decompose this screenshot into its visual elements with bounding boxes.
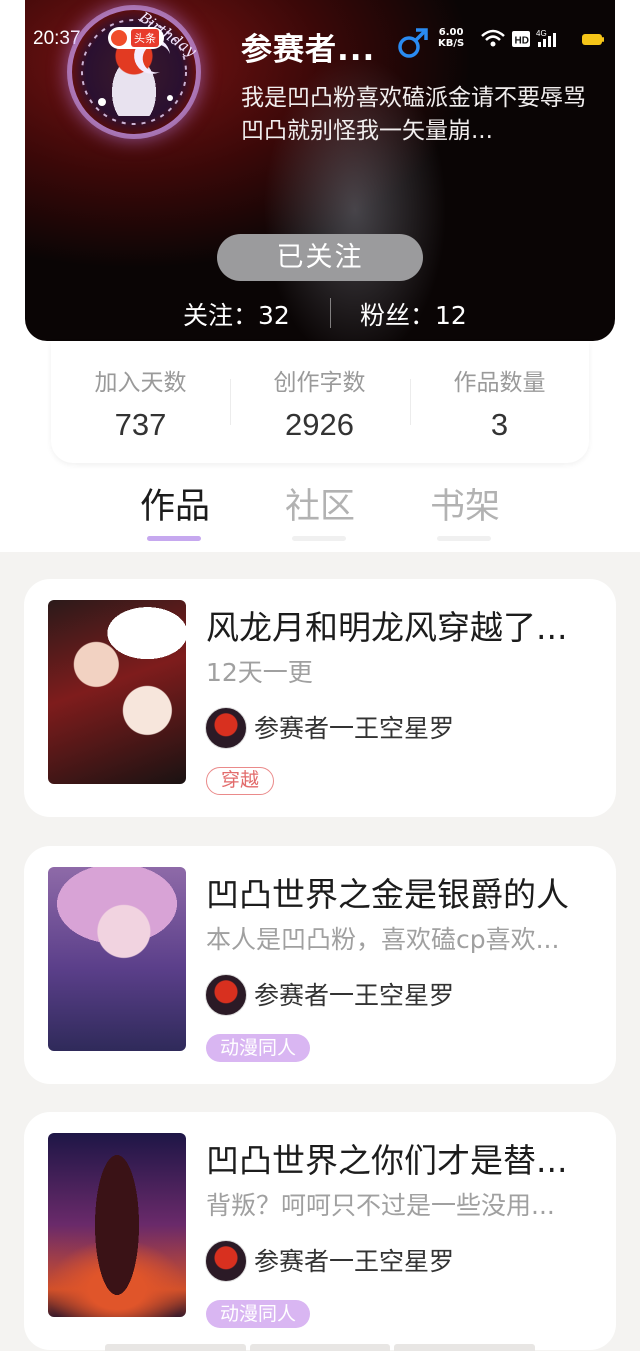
author-avatar[interactable] bbox=[205, 1240, 247, 1282]
badge-logo-icon bbox=[111, 30, 127, 46]
work-tag[interactable]: 穿越 bbox=[206, 767, 275, 795]
following-count[interactable]: 关注：32 bbox=[183, 296, 290, 332]
tab-indicator bbox=[437, 536, 491, 541]
follow-button[interactable]: 已关注 bbox=[217, 234, 423, 281]
work-subtitle: 12天一更 bbox=[206, 658, 313, 687]
tab-indicator bbox=[147, 536, 201, 541]
author-name[interactable]: 参赛者一王空星罗 bbox=[254, 1242, 454, 1278]
status-icons: HD 4G bbox=[481, 29, 604, 47]
wifi-icon bbox=[481, 29, 505, 47]
work-subtitle: 本人是凹凸粉，喜欢磕cp喜欢... bbox=[206, 925, 560, 954]
work-cover-image[interactable] bbox=[48, 867, 186, 1051]
male-icon bbox=[398, 28, 428, 58]
tab-indicator bbox=[292, 536, 346, 541]
svg-text:HD: HD bbox=[515, 36, 529, 47]
work-card[interactable]: 凹凸世界之你们才是替... 背叛？呵呵只不过是一些没用... 参赛者一王空星罗 … bbox=[24, 1112, 616, 1350]
work-cover-image[interactable] bbox=[48, 1133, 186, 1317]
stat-divider bbox=[330, 298, 331, 328]
stat-works-count: 作品数量 3 bbox=[453, 370, 546, 442]
fans-count[interactable]: 粉丝：12 bbox=[360, 296, 467, 332]
tab-works[interactable]: 作品 bbox=[120, 478, 230, 541]
tab-community[interactable]: 社区 bbox=[265, 478, 375, 541]
hd-icon: HD bbox=[512, 31, 530, 47]
network-speed: 6.00 KB/S bbox=[438, 27, 465, 49]
work-title[interactable]: 凹凸世界之金是银爵的人 bbox=[206, 868, 598, 916]
work-title[interactable]: 凹凸世界之你们才是替... bbox=[206, 1134, 598, 1182]
bottom-bar-edge bbox=[105, 1344, 536, 1351]
avatar-badge: 头条 bbox=[108, 27, 164, 49]
battery-icon bbox=[582, 34, 604, 45]
author-name[interactable]: 参赛者一王空星罗 bbox=[254, 709, 454, 745]
author-name[interactable]: 参赛者一王空星罗 bbox=[254, 976, 454, 1012]
username: 参赛者... bbox=[241, 32, 376, 68]
profile-bio: 我是凹凸粉喜欢磕派金请不要辱骂凹凸就别怪我一矢量崩... bbox=[241, 85, 586, 144]
work-card[interactable]: 风龙月和明龙风穿越了... 12天一更 参赛者一王空星罗 穿越 bbox=[24, 579, 616, 817]
svg-text:4G: 4G bbox=[536, 29, 547, 38]
author-avatar[interactable] bbox=[205, 707, 247, 749]
stat-join-days: 加入天数 737 bbox=[94, 370, 187, 442]
work-subtitle: 背叛？呵呵只不过是一些没用... bbox=[206, 1191, 555, 1220]
stat-word-count: 创作字数 2926 bbox=[273, 370, 366, 442]
work-tag[interactable]: 动漫同人 bbox=[206, 1034, 311, 1062]
work-cover-image[interactable] bbox=[48, 600, 186, 784]
author-avatar[interactable] bbox=[205, 974, 247, 1016]
work-tag[interactable]: 动漫同人 bbox=[206, 1300, 311, 1328]
stats-card: 加入天数 737 创作字数 2926 作品数量 3 bbox=[51, 341, 589, 463]
tab-bookshelf[interactable]: 书架 bbox=[410, 478, 520, 541]
work-title[interactable]: 风龙月和明龙风穿越了... bbox=[206, 601, 598, 649]
signal-icon: 4G bbox=[536, 29, 556, 47]
work-card[interactable]: 凹凸世界之金是银爵的人 本人是凹凸粉，喜欢磕cp喜欢... 参赛者一王空星罗 动… bbox=[24, 846, 616, 1084]
